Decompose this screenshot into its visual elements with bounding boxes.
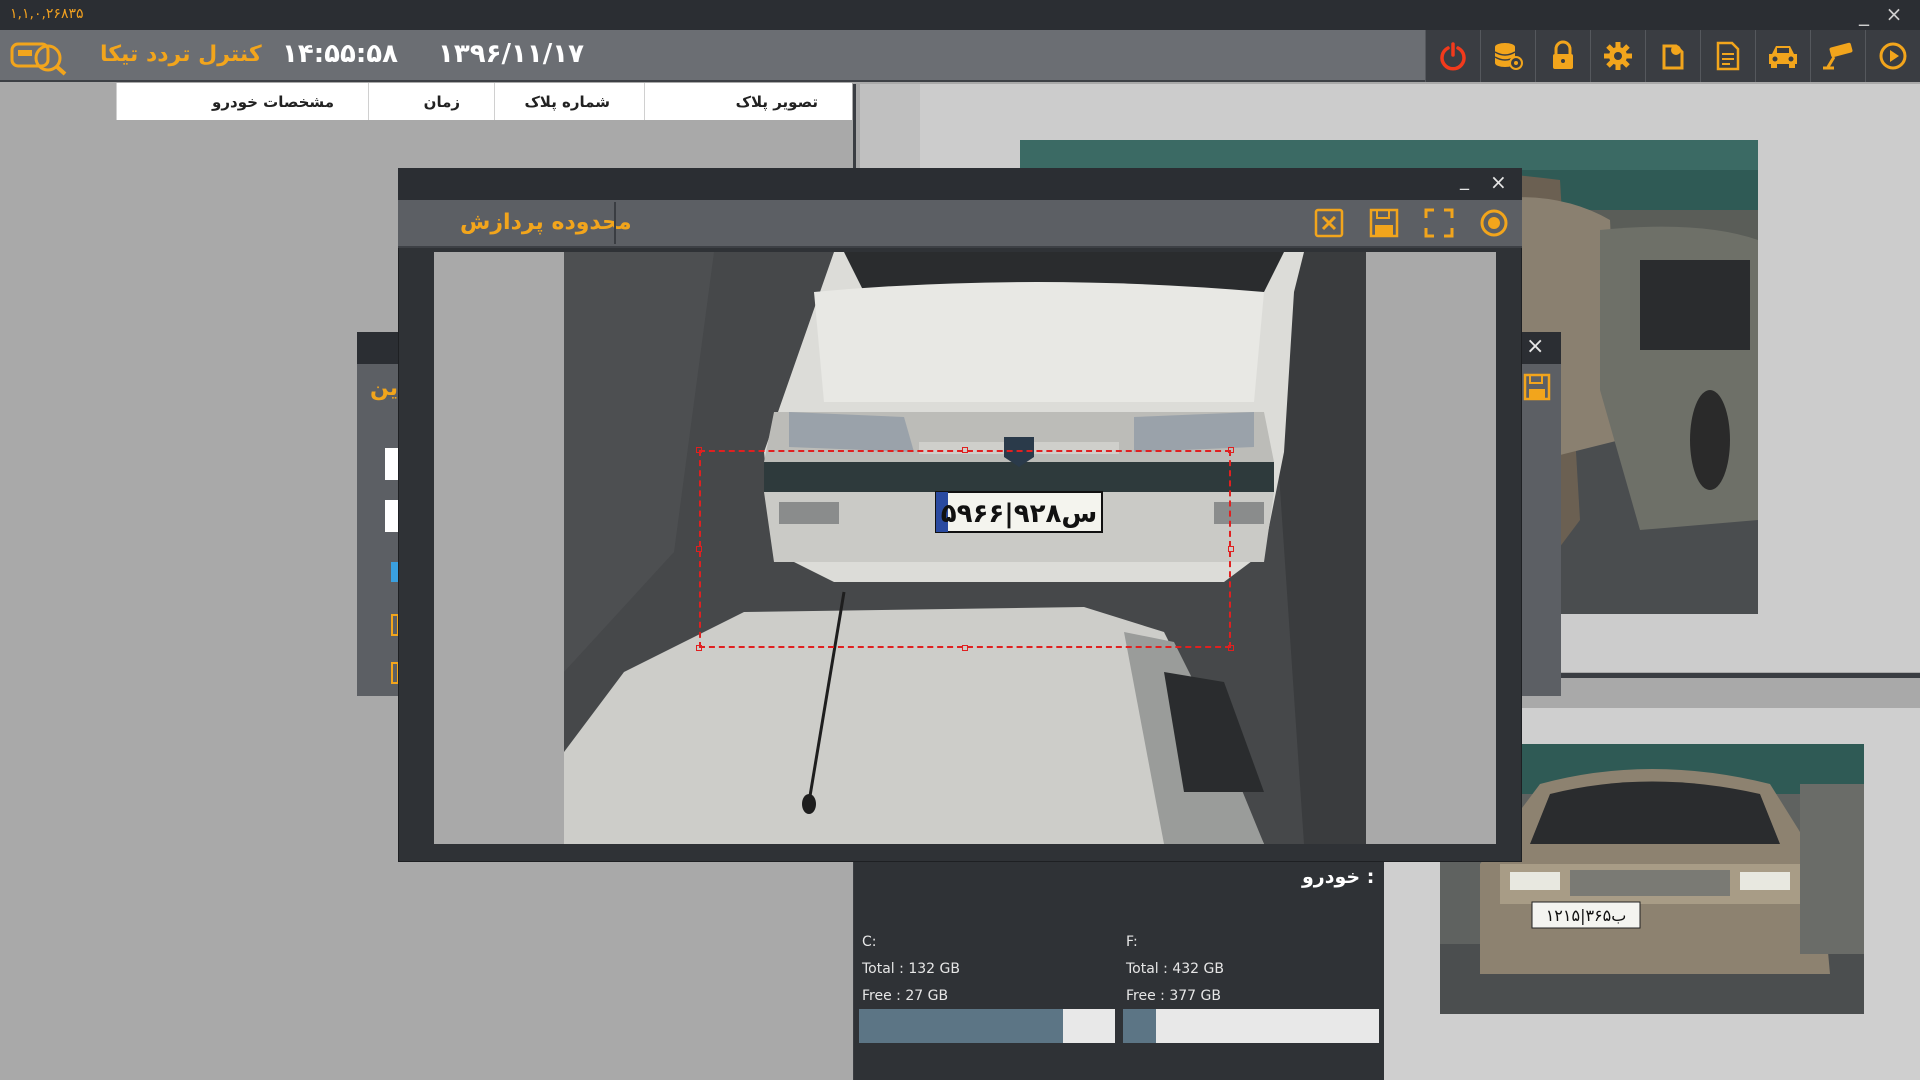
record-icon[interactable] [1473,202,1515,244]
app-title: کنترل تردد تیکا [100,42,262,67]
vehicle-label: خودرو : [1302,866,1375,888]
dialog-title-separator [614,202,616,244]
car-icon[interactable] [1755,30,1810,82]
cancel-icon[interactable] [1308,202,1350,244]
title-bar [0,0,1920,30]
date-display: ۱۳۹۶/۱۱/۱۷ [438,39,584,69]
main-toolbar [1425,30,1920,82]
play-icon[interactable] [1865,30,1920,82]
dialog-titlebar [398,168,1522,200]
version-label: ۱,۱,۰,۲۶۸۳۵ [10,6,84,22]
plate-tag-icon[interactable] [1645,30,1700,82]
background-field-1[interactable] [385,448,399,480]
background-dialog-close-button[interactable]: × [1526,334,1544,359]
background-field-2[interactable] [385,500,399,532]
save-icon[interactable] [1363,202,1405,244]
dialog-close-button[interactable]: × [1490,170,1507,194]
drive-f-free: Free : 377 GB [1126,988,1221,1004]
drive-c-free: Free : 27 GB [862,988,949,1004]
column-vehicle-specs[interactable]: مشخصات خودرو [116,83,368,120]
panel-divider [1540,673,1920,678]
drive-c-usage-fill [859,1009,1063,1043]
dialog-minimize-button[interactable]: _ [1460,170,1469,191]
report-document-icon[interactable] [1700,30,1755,82]
lock-icon[interactable] [1535,30,1590,82]
drive-f-total: Total : 432 GB [1126,961,1224,977]
column-plate-image[interactable]: تصویر پلاک [644,83,852,120]
roi-handle-bottom-left[interactable] [696,645,702,651]
roi-handle-top-left[interactable] [696,447,702,453]
background-save-icon[interactable] [1522,372,1552,406]
close-button[interactable]: × [1880,2,1908,26]
column-time[interactable]: زمان [368,83,494,120]
drive-f-usage-bar [1123,1009,1379,1043]
app-logo-icon [10,36,68,76]
drive-c-usage-bar [859,1009,1115,1043]
roi-handle-bottom-right[interactable] [1228,645,1234,651]
fullscreen-icon[interactable] [1418,202,1460,244]
drive-f-name: F: [1126,934,1138,950]
power-icon[interactable] [1425,30,1480,82]
database-icon[interactable] [1480,30,1535,82]
records-table-header: تصویر پلاک شماره پلاک زمان مشخصات خودرو [116,83,852,120]
roi-handle-middle-left[interactable] [696,546,702,552]
drive-c-name: C: [862,934,877,950]
camera-icon[interactable] [1810,30,1865,82]
drive-f-usage-fill [1123,1009,1156,1043]
roi-handle-bottom-middle[interactable] [962,645,968,651]
roi-handle-top-middle[interactable] [962,447,968,453]
minimize-button[interactable]: _ [1850,2,1878,26]
processing-region-selection[interactable] [699,450,1231,648]
dialog-title: محدوده پردازش [460,210,632,235]
roi-handle-top-right[interactable] [1228,447,1234,453]
background-dialog-title: ین [370,376,399,401]
column-plate-number[interactable]: شماره پلاک [494,83,644,120]
plate-text-2: ۱۲ب۳۶۵|۱۵ [1546,906,1627,925]
clock-display: ۱۴:۵۵:۵۸ [282,39,399,69]
roi-handle-middle-right[interactable] [1228,546,1234,552]
settings-gear-icon[interactable] [1590,30,1645,82]
drive-c-total: Total : 132 GB [862,961,960,977]
